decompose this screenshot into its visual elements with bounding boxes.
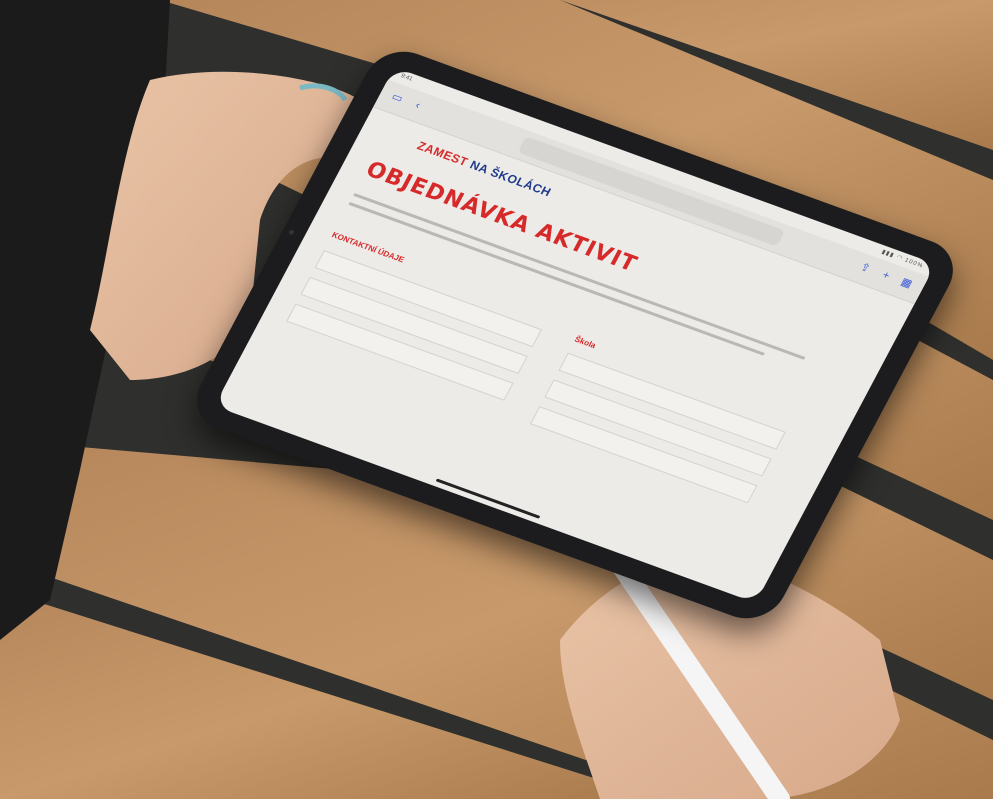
share-icon[interactable]: ⇪ (856, 260, 875, 275)
status-time: 9:41 (399, 73, 414, 83)
logo-part-red: ZAMEST (414, 138, 471, 170)
back-icon[interactable]: ‹ (408, 98, 427, 113)
new-tab-icon[interactable]: + (876, 268, 895, 283)
photo-scene: 9:41 ▮▮▮ ◠ 100% ▭ ‹ ⇪ + ▦ ZAMEST NA ŠKOL… (0, 0, 993, 799)
sidebar-icon[interactable]: ▭ (388, 90, 407, 105)
tabs-icon[interactable]: ▦ (897, 276, 916, 291)
section-school-title: Škola (573, 334, 598, 351)
